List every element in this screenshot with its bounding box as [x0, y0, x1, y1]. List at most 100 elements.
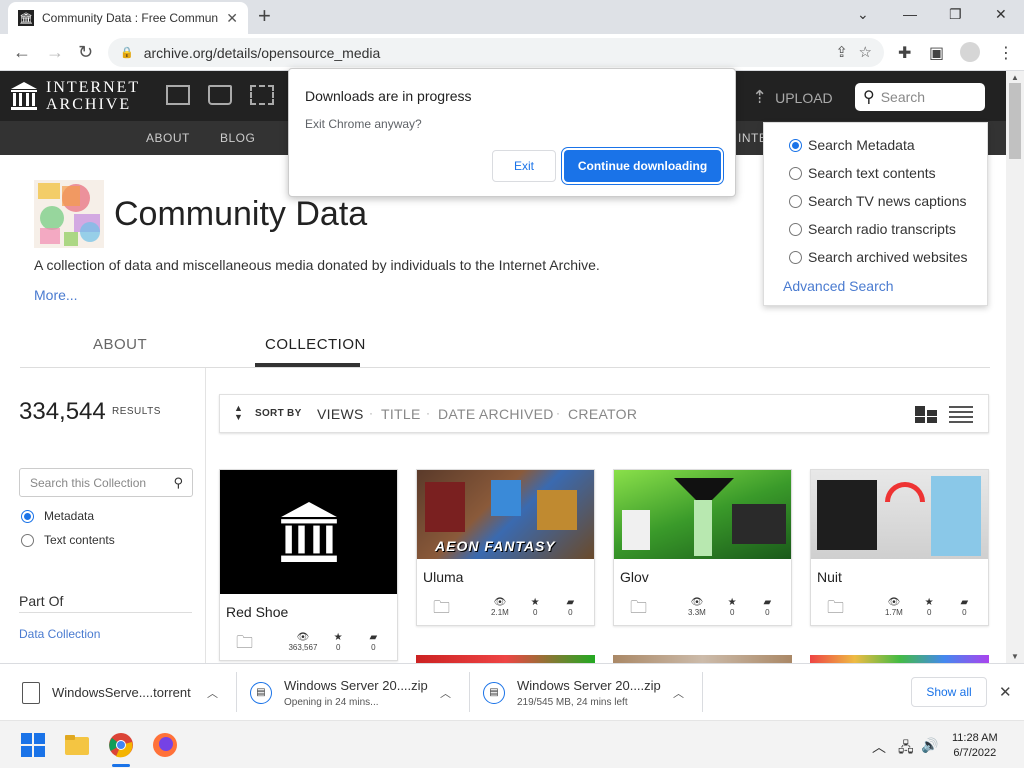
- extensions-icon[interactable]: ✚: [898, 43, 911, 63]
- item-title[interactable]: Uluma: [417, 559, 594, 591]
- ia-search-input[interactable]: ⚲ Search: [855, 83, 985, 111]
- item-thumbnail[interactable]: AEON FANTASY: [417, 470, 594, 559]
- bookmark-star-icon[interactable]: ☆: [859, 43, 872, 61]
- item-title[interactable]: Glov: [614, 559, 791, 591]
- scroll-up-icon[interactable]: ▲: [1011, 73, 1019, 82]
- radio-unselected-icon[interactable]: [789, 250, 802, 264]
- file-explorer-icon[interactable]: [64, 732, 90, 758]
- radio-selected-icon[interactable]: [789, 138, 802, 152]
- windows-start-icon[interactable]: [20, 732, 46, 758]
- tray-overflow-chevron-icon[interactable]: ︿: [872, 737, 886, 757]
- sidebar-divider: [205, 368, 206, 663]
- upload-button[interactable]: ⇡ UPLOAD: [752, 87, 833, 108]
- show-all-downloads-button[interactable]: Show all: [911, 677, 987, 707]
- tab-about[interactable]: ABOUT: [93, 336, 147, 353]
- list-view-icon[interactable]: [949, 406, 973, 423]
- item-title[interactable]: Nuit: [811, 559, 988, 591]
- item-card-peek[interactable]: [613, 655, 792, 663]
- tab-collection[interactable]: COLLECTION: [265, 336, 366, 353]
- page-scrollbar[interactable]: ▲ ▼: [1006, 71, 1024, 663]
- address-bar[interactable]: 🔒 archive.org/details/opensource_media ⇪…: [108, 38, 884, 67]
- minimize-icon[interactable]: —: [903, 6, 917, 22]
- item-card-peek[interactable]: [810, 655, 989, 663]
- tab-search-chevron-icon[interactable]: ⌄: [857, 6, 869, 23]
- download-item[interactable]: ▤ Windows Server 20....zip 219/545 MB, 2…: [483, 664, 661, 721]
- radio-metadata[interactable]: Metadata: [21, 509, 94, 523]
- collection-search-input[interactable]: Search this Collection ⚲: [19, 468, 193, 497]
- item-card-peek[interactable]: [416, 655, 595, 663]
- item-thumbnail[interactable]: [220, 470, 397, 594]
- subnav-about[interactable]: ABOUT: [146, 131, 190, 145]
- item-card[interactable]: Red Shoe 🗀 👁 363,567 ★ 0 ▰ 0: [219, 469, 398, 661]
- item-card[interactable]: AEON FANTASY Uluma 🗀 👁 2.1M ★ 0 ▰ 0: [416, 469, 595, 626]
- taskbar-clock[interactable]: 11:28 AM 6/7/2022: [952, 731, 998, 761]
- download-options-chevron-icon[interactable]: ︿: [673, 685, 684, 701]
- search-option-archived-websites[interactable]: Search archived websites: [789, 249, 968, 265]
- back-icon[interactable]: ←: [13, 42, 31, 62]
- data-collection-link[interactable]: Data Collection: [19, 627, 100, 641]
- menu-kebab-icon[interactable]: ⋮: [998, 43, 1014, 63]
- more-link[interactable]: More...: [34, 287, 78, 303]
- ia-logo-text[interactable]: INTERNET ARCHIVE: [46, 79, 140, 113]
- radio-unselected-icon[interactable]: [789, 194, 802, 208]
- item-card[interactable]: Nuit 🗀 👁 1.7M ★ 0 ▰ 0: [810, 469, 989, 626]
- item-title[interactable]: Red Shoe: [220, 594, 397, 626]
- scrollbar-thumb[interactable]: [1009, 83, 1021, 159]
- new-tab-icon[interactable]: +: [258, 5, 271, 27]
- search-option-radio-transcripts[interactable]: Search radio transcripts: [789, 221, 956, 237]
- search-option-label: Search radio transcripts: [808, 221, 956, 237]
- thumb-figure: [622, 510, 650, 550]
- window-close-icon[interactable]: ✕: [995, 6, 1007, 23]
- sort-views[interactable]: VIEWS: [317, 406, 364, 422]
- subnav-blog[interactable]: BLOG: [220, 131, 255, 145]
- download-item[interactable]: ▤ Windows Server 20....zip Opening in 24…: [250, 664, 428, 721]
- reload-icon[interactable]: ↻: [78, 42, 93, 62]
- network-icon[interactable]: 🖧: [898, 737, 914, 761]
- radio-unselected-icon[interactable]: [789, 166, 802, 180]
- item-card[interactable]: Glov 🗀 👁 3.3M ★ 0 ▰ 0: [613, 469, 792, 626]
- sort-bar: ▲ ▼ SORT BY VIEWS · TITLE · DATE ARCHIVED…: [219, 394, 989, 433]
- radio-selected-icon[interactable]: [21, 509, 34, 523]
- forward-icon[interactable]: →: [46, 42, 64, 62]
- sort-arrows-icon[interactable]: ▲ ▼: [234, 404, 243, 422]
- internet-archive-logo-icon[interactable]: [10, 81, 38, 111]
- collection-search-icon[interactable]: ⚲: [173, 475, 183, 491]
- dialog-message: Exit Chrome anyway?: [305, 117, 422, 131]
- sort-title[interactable]: TITLE: [381, 406, 421, 422]
- search-option-tv-captions[interactable]: Search TV news captions: [789, 193, 967, 209]
- search-option-text-contents[interactable]: Search text contents: [789, 165, 936, 181]
- side-panel-icon[interactable]: ▣: [929, 43, 944, 63]
- volume-icon[interactable]: 🔊: [921, 737, 938, 754]
- web-icon[interactable]: [166, 85, 190, 105]
- sort-creator[interactable]: CREATOR: [568, 406, 637, 422]
- download-item[interactable]: WindowsServe....torrent: [22, 664, 191, 721]
- firefox-icon[interactable]: [152, 732, 178, 758]
- continue-downloading-button[interactable]: Continue downloading: [564, 150, 721, 182]
- item-thumbnail[interactable]: [614, 470, 791, 559]
- archive-favicon-icon: 🏛: [18, 10, 34, 26]
- sort-date-archived[interactable]: DATE ARCHIVED: [438, 406, 554, 422]
- download-options-chevron-icon[interactable]: ︿: [440, 685, 451, 701]
- download-options-chevron-icon[interactable]: ︿: [207, 685, 218, 701]
- video-film-icon[interactable]: [250, 85, 274, 105]
- scroll-down-icon[interactable]: ▼: [1011, 652, 1019, 661]
- share-icon[interactable]: ⇪: [835, 43, 848, 61]
- chrome-icon[interactable]: [108, 732, 134, 758]
- lock-icon[interactable]: 🔒: [120, 46, 134, 59]
- radio-text-contents[interactable]: Text contents: [21, 533, 115, 547]
- part-of-divider: [19, 612, 192, 613]
- tab-close-icon[interactable]: ✕: [226, 10, 238, 27]
- close-downloads-shelf-icon[interactable]: ✕: [999, 683, 1012, 701]
- profile-avatar-icon[interactable]: [960, 42, 980, 62]
- maximize-icon[interactable]: ❐: [949, 6, 962, 23]
- search-option-metadata[interactable]: Search Metadata: [789, 137, 915, 153]
- tile-view-icon[interactable]: [915, 406, 937, 423]
- radio-unselected-icon[interactable]: [789, 222, 802, 236]
- tab-title: Community Data : Free Commun: [42, 11, 219, 25]
- texts-book-icon[interactable]: [208, 85, 232, 105]
- item-thumbnail[interactable]: [811, 470, 988, 559]
- radio-unselected-icon[interactable]: [21, 533, 34, 547]
- exit-button[interactable]: Exit: [492, 150, 556, 182]
- advanced-search-link[interactable]: Advanced Search: [783, 278, 894, 294]
- browser-tab[interactable]: 🏛 Community Data : Free Commun ✕: [8, 2, 248, 34]
